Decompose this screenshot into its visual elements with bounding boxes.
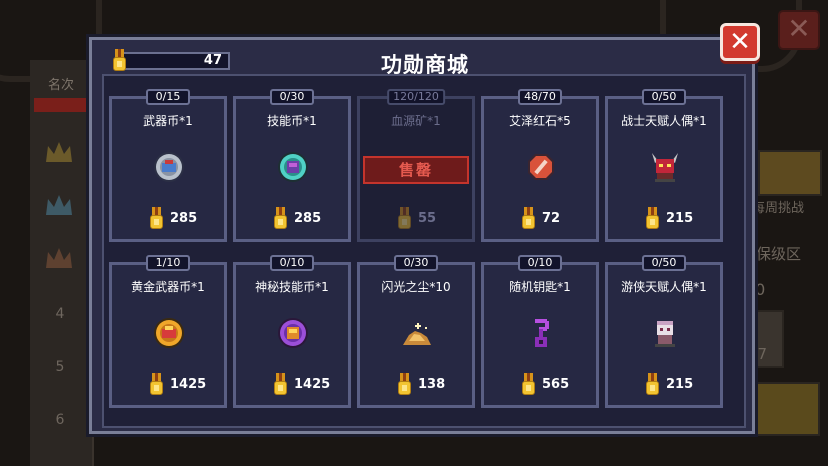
stock-counter: 48/70	[518, 89, 562, 105]
currency-value: 47	[203, 53, 222, 68]
skill-coin-icon	[278, 152, 308, 182]
merit-medal-icon	[397, 373, 412, 397]
stock-counter: 0/15	[146, 89, 190, 105]
item-name: 血源矿*1	[391, 114, 441, 128]
gold-crown-icon	[44, 140, 74, 166]
weekly-challenge-label: 每周挑战	[752, 201, 805, 216]
item-name: 艾泽红石*5	[509, 114, 571, 128]
stock-counter: 0/50	[642, 255, 686, 271]
merit-medal-icon	[273, 207, 288, 231]
shop-item-card[interactable]: 0/50 游侠天赋人偶*1 215	[605, 255, 723, 408]
gold-weapon-coin-icon	[154, 318, 184, 348]
merit-currency-display: 47	[110, 48, 230, 74]
mystic-skill-coin-icon	[278, 318, 308, 348]
merit-medal-icon	[521, 373, 536, 397]
merit-medal-icon	[149, 373, 164, 397]
item-price: 55	[418, 211, 437, 226]
merit-medal-icon	[112, 49, 127, 73]
item-name: 神秘技能币*1	[255, 280, 329, 294]
tier-label: 保级区	[756, 245, 802, 263]
item-price: 1425	[170, 377, 207, 392]
weekly-challenge-box	[758, 150, 822, 196]
shop-item-card[interactable]: 0/30 闪光之尘*10 138	[357, 255, 475, 408]
merit-medal-icon	[521, 207, 536, 231]
item-price: 285	[294, 211, 322, 226]
ranking-header: 名次	[47, 78, 74, 93]
merit-medal-icon	[397, 207, 412, 231]
ranger-doll-icon	[655, 321, 675, 347]
rank-number: 5	[55, 359, 65, 375]
item-price: 285	[170, 211, 198, 226]
stock-counter: 0/10	[518, 255, 562, 271]
item-name: 技能币*1	[267, 114, 317, 128]
item-name: 武器币*1	[143, 114, 193, 128]
sold-out-badge: 售罄	[363, 156, 469, 184]
ranking-highlight-bar	[34, 98, 90, 112]
item-price: 138	[418, 377, 446, 392]
item-price: 72	[542, 211, 561, 226]
shop-item-card[interactable]: 120/120 血源矿*1 售罄 55	[357, 89, 475, 242]
item-name: 战士天赋人偶*1	[621, 114, 707, 128]
item-price: 215	[666, 211, 694, 226]
item-price: 215	[666, 377, 694, 392]
stock-counter: 0/30	[270, 89, 314, 105]
stock-counter: 1/10	[146, 255, 190, 271]
merit-medal-icon	[273, 373, 288, 397]
glitter-dust-icon	[403, 323, 431, 345]
shop-item-card[interactable]: 0/30 技能币*1 285	[233, 89, 351, 242]
red-stone-icon	[528, 154, 554, 180]
stock-counter: 0/30	[394, 255, 438, 271]
stock-counter: 120/120	[387, 89, 445, 105]
background-close-button[interactable]: ✕	[778, 10, 820, 50]
merit-shop-dialog: 功勋商城 47 ✕ 0/15 武器币*1 285 0/30 技能币*1 285	[89, 23, 760, 434]
currency-bar: 47	[120, 52, 230, 70]
shop-item-card[interactable]: 0/10 神秘技能币*1 1425	[233, 255, 351, 408]
merit-medal-icon	[149, 207, 164, 231]
item-name: 黄金武器币*1	[131, 280, 205, 294]
shop-item-card[interactable]: 0/50 战士天赋人偶*1 215	[605, 89, 723, 242]
merit-medal-icon	[645, 207, 660, 231]
stock-counter: 0/50	[642, 89, 686, 105]
shop-item-card[interactable]: 0/10 随机钥匙*1 565	[481, 255, 599, 408]
random-key-icon	[535, 319, 549, 347]
warrior-doll-icon	[652, 153, 678, 182]
item-name: 游侠天赋人偶*1	[621, 280, 707, 294]
weapon-coin-icon	[154, 152, 184, 182]
bronze-crown-icon	[44, 246, 74, 272]
background-button	[752, 382, 820, 436]
shop-item-card[interactable]: 0/15 武器币*1 285	[109, 89, 227, 242]
close-button[interactable]: ✕	[720, 23, 760, 61]
stock-counter: 0/10	[270, 255, 314, 271]
item-price: 1425	[294, 377, 331, 392]
rank-number: 6	[55, 412, 65, 428]
silver-crown-icon	[44, 193, 74, 219]
merit-medal-icon	[645, 373, 660, 397]
item-name: 闪光之尘*10	[381, 280, 451, 294]
item-price: 565	[542, 377, 570, 392]
item-name: 随机钥匙*1	[509, 280, 571, 294]
shop-item-card[interactable]: 48/70 艾泽红石*5 72	[481, 89, 599, 242]
rank-number: 4	[55, 306, 65, 322]
shop-item-card[interactable]: 1/10 黄金武器币*1 1425	[109, 255, 227, 408]
